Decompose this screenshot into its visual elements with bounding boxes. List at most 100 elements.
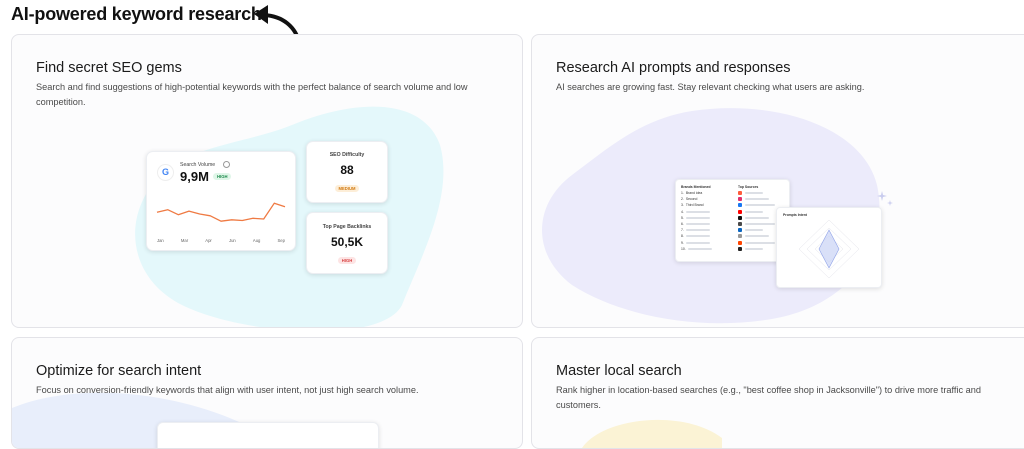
search-volume-widget: G Search Volume 9,9M HIGH Jan Mar Apr Ju… [146, 151, 296, 251]
source-row [738, 240, 775, 245]
brand-rank: 2. [681, 197, 684, 202]
brand-rank: 9. [681, 240, 684, 245]
source-logo-icon [738, 222, 742, 226]
brand-row: 1. Brand idea [681, 191, 702, 195]
brands-header: Brands Mentioned [681, 185, 711, 189]
source-row [738, 215, 769, 220]
card-title: Research AI prompts and responses [556, 60, 791, 76]
brand-rank: 3. [681, 203, 684, 208]
feature-card-search-intent[interactable]: Optimize for search intent Focus on conv… [11, 337, 523, 449]
seo-difficulty-badge: MEDIUM [334, 185, 360, 192]
source-row [738, 246, 763, 251]
sources-header: Top Sources [738, 185, 759, 189]
brand-row: 10. [681, 247, 712, 251]
source-row [738, 228, 763, 233]
brand-name: Third Brand [685, 203, 704, 208]
source-logo-icon [738, 215, 742, 220]
brand-rank: 4. [681, 209, 684, 214]
month-label: Apr [205, 238, 212, 243]
brand-row: 7. [681, 228, 710, 232]
brand-row: 9. [681, 241, 710, 245]
backlinks-widget: Top Page Backlinks 50,5K HIGH [306, 212, 388, 274]
source-row [738, 234, 769, 239]
placeholder-bar [685, 210, 710, 213]
placeholder-bar [745, 247, 763, 250]
placeholder-bar [685, 229, 710, 232]
month-label: Jun [228, 238, 236, 243]
source-row [738, 197, 769, 202]
month-label: Jan [157, 238, 164, 243]
search-volume-value: 9,9M [180, 169, 209, 184]
source-logo-icon [738, 234, 742, 239]
placeholder-bar [685, 223, 710, 225]
placeholder-bar [745, 229, 763, 232]
source-logo-icon [738, 203, 742, 208]
placeholder-bar [745, 204, 775, 207]
brand-row: 2. Second [681, 197, 697, 201]
card-title: Master local search [556, 363, 682, 379]
card-title: Optimize for search intent [36, 363, 202, 379]
seo-difficulty-widget: SEO Difficulty 88 MEDIUM [306, 141, 388, 203]
source-logo-icon [738, 191, 742, 195]
brand-rank: 5. [681, 215, 684, 220]
feature-card-ai-prompts[interactable]: Research AI prompts and responses AI sea… [531, 34, 1024, 328]
brand-row: 6. [681, 222, 710, 226]
month-label: Mar [180, 238, 189, 243]
feature-card-local-search[interactable]: Master local search Rank higher in locat… [531, 337, 1024, 449]
source-logo-icon [738, 209, 742, 214]
source-row [738, 191, 763, 195]
google-icon: G [157, 164, 174, 181]
info-icon [223, 161, 230, 168]
seo-difficulty-value: 88 [340, 163, 354, 177]
card-description: AI searches are growing fast. Stay relev… [556, 82, 865, 92]
sparkle-icon [877, 191, 893, 206]
placeholder-bar [745, 241, 775, 244]
search-volume-trend-chart [156, 202, 286, 222]
brand-rank: 6. [681, 222, 684, 226]
placeholder-bar [685, 216, 710, 219]
month-axis: Jan Mar Apr Jun Aug Sep [157, 238, 285, 243]
backlinks-badge: HIGH [337, 257, 357, 264]
brand-row: 8. [681, 234, 710, 238]
placeholder-bar [685, 235, 710, 238]
background-blob [582, 419, 722, 448]
month-label: Aug [252, 238, 261, 243]
placeholder-bar [745, 198, 769, 201]
source-row [738, 209, 763, 214]
brand-rank: 7. [681, 228, 684, 233]
search-volume-badge: HIGH [213, 173, 232, 180]
search-volume-label: Search Volume [180, 162, 216, 168]
backlinks-label: Top Page Backlinks [322, 224, 372, 230]
backlinks-value: 50,5K [330, 235, 364, 249]
brand-row: 3. Third Brand [681, 203, 704, 207]
brand-rank: 1. [681, 191, 684, 195]
placeholder-bar [745, 210, 763, 213]
placeholder-bar [745, 216, 769, 219]
source-logo-icon [738, 197, 742, 202]
source-logo-icon [738, 228, 742, 233]
source-logo-icon [738, 240, 742, 245]
page-title: AI-powered keyword research [11, 4, 262, 24]
card-description: Search and find suggestions of high-pote… [36, 82, 468, 107]
card-title: Find secret SEO gems [36, 60, 182, 76]
brand-row: 5. [681, 216, 710, 220]
brand-rank: 10. [681, 246, 686, 251]
feature-card-seo-gems[interactable]: Find secret SEO gems Search and find sug… [11, 34, 523, 328]
prompts-intent-widget: Prompts Intent [776, 207, 882, 288]
source-row [738, 203, 775, 208]
brand-name: Second [685, 197, 698, 202]
brands-sources-table: Brands Mentioned Top Sources 1. Brand ide… [675, 179, 790, 262]
source-logo-icon [738, 246, 742, 251]
seo-difficulty-label: SEO Difficulty [329, 152, 365, 158]
month-label: Sep [277, 238, 285, 243]
preview-widget [157, 422, 379, 448]
brand-rank: 8. [681, 234, 684, 239]
placeholder-bar [745, 223, 775, 225]
brand-name: Brand idea [685, 191, 703, 195]
placeholder-bar [687, 247, 712, 250]
placeholder-bar [685, 241, 710, 244]
source-row [738, 222, 775, 226]
placeholder-bar [745, 192, 763, 194]
card-description: Focus on conversion-friendly keywords th… [36, 385, 419, 395]
placeholder-bar [745, 235, 769, 238]
